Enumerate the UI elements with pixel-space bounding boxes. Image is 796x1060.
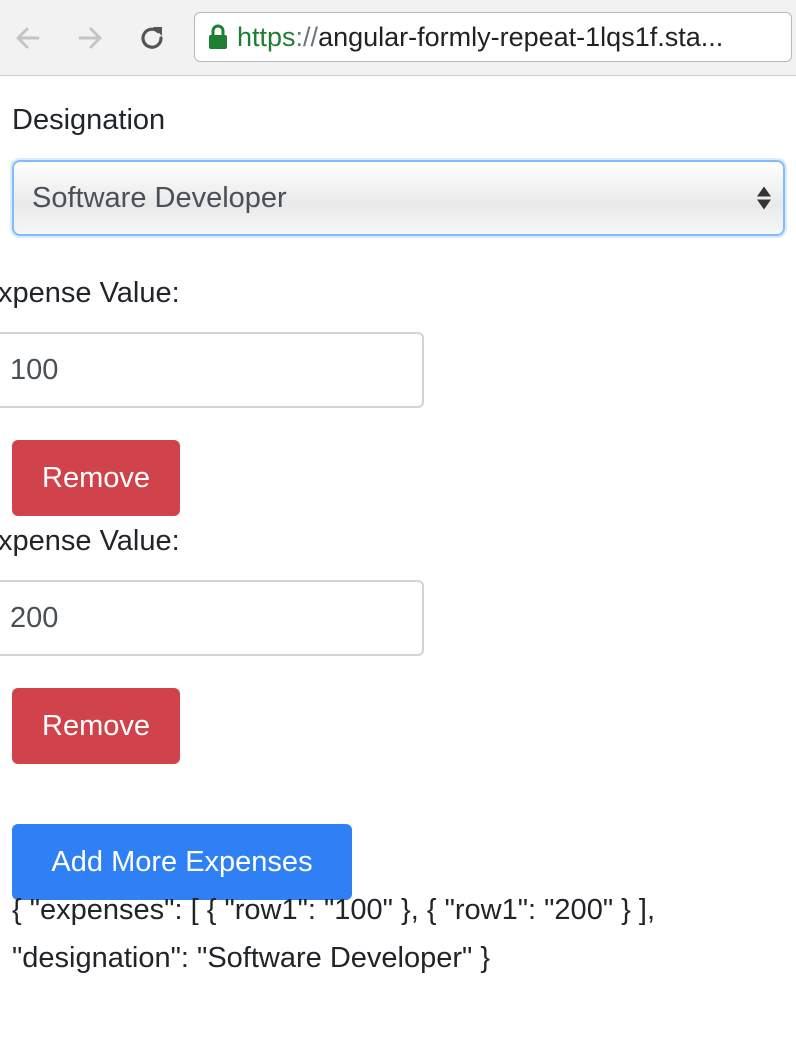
url-scheme: https <box>237 21 296 52</box>
remove-expense-button[interactable]: Remove <box>12 688 180 764</box>
reload-icon <box>141 27 163 49</box>
back-arrow-icon <box>16 27 40 49</box>
designation-select[interactable]: Software Developer <box>12 160 785 236</box>
designation-selected-value: Software Developer <box>32 181 287 214</box>
designation-label: Designation <box>12 104 166 136</box>
model-json-output: { "expenses": [ { "row1": "100" }, { "ro… <box>12 886 782 982</box>
expense-value-text: 200 <box>10 601 59 634</box>
select-arrows-icon <box>757 186 771 210</box>
expense-value-input[interactable]: 200 <box>0 580 424 656</box>
model-json-line: { "expenses": [ { "row1": "100" }, { "ro… <box>12 894 656 926</box>
lock-icon <box>207 24 229 50</box>
forward-button[interactable] <box>70 18 110 58</box>
url-host: angular-formly-repeat-1lqs1f.sta... <box>318 21 724 52</box>
browser-toolbar: https://angular-formly-repeat-1lqs1f.sta… <box>0 0 796 76</box>
expense-value-label: xpense Value: <box>0 277 180 309</box>
url-separator: :// <box>295 21 319 52</box>
remove-expense-button[interactable]: Remove <box>12 440 180 516</box>
back-button[interactable] <box>8 18 48 58</box>
expense-value-input[interactable]: 100 <box>0 332 424 408</box>
model-json-line: "designation": "Software Developer" } <box>12 942 491 974</box>
reload-button[interactable] <box>132 18 172 58</box>
expense-value-label: xpense Value: <box>0 525 180 557</box>
forward-arrow-icon <box>78 27 102 49</box>
expense-value-text: 100 <box>10 353 59 386</box>
address-bar[interactable]: https://angular-formly-repeat-1lqs1f.sta… <box>194 12 792 62</box>
